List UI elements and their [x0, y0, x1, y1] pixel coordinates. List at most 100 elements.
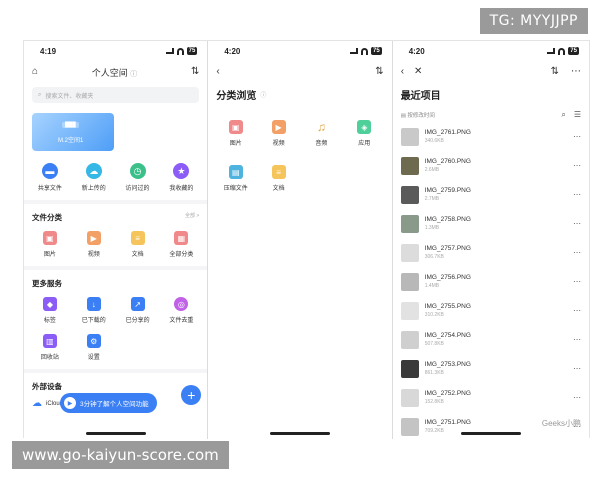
see-all-link[interactable]: 全部 > [185, 212, 199, 223]
search-icon[interactable]: ⌕ [561, 110, 565, 120]
back-icon[interactable]: ‹ [401, 67, 404, 77]
category-images[interactable]: ▣ 图片 [214, 120, 257, 147]
file-thumbnail [400, 156, 419, 175]
storage-card-caption: M.2空间1 [58, 138, 84, 144]
sort-selector[interactable]: ▤ 按修改时间 [401, 111, 435, 119]
sort-icon[interactable]: ⇅ [551, 67, 559, 77]
file-name: IMG_2755.PNG [424, 303, 471, 310]
services-grid: ◆ 标签 ↓ 已下载的 ↗ 已分享的 ◎ 文件去重 ▥ 回收站 ⚙ 设置 [24, 289, 207, 361]
category-all[interactable]: ▦ 全部分类 [160, 231, 204, 258]
quick-new-uploads[interactable]: ☁ 新上传的 [74, 163, 114, 192]
service-shared[interactable]: ↗ 已分享的 [116, 297, 160, 324]
file-name: IMG_2759.PNG [424, 187, 471, 194]
file-more-icon[interactable]: ⋯ [573, 190, 581, 199]
file-row[interactable]: IMG_2754.PNG 507.8KB ⋯ [393, 325, 589, 354]
file-row[interactable]: IMG_2756.PNG 1.4MB ⋯ [393, 267, 589, 296]
file-size: 507.8KB [424, 341, 444, 347]
video-icon: ▶ [271, 120, 286, 134]
more-icon[interactable]: ⋯ [571, 67, 581, 77]
file-more-icon[interactable]: ⋯ [573, 393, 581, 402]
section-file-categories: 文件分类 全部 > [32, 212, 200, 223]
file-more-icon[interactable]: ⋯ [573, 306, 581, 315]
back-icon[interactable]: ‹ [216, 67, 219, 77]
file-more-icon[interactable]: ⋯ [573, 161, 581, 170]
file-row[interactable]: IMG_2759.PNG 2.7MB ⋯ [393, 180, 589, 209]
file-name: IMG_2752.PNG [424, 390, 471, 397]
status-time: 4:20 [408, 46, 425, 56]
search-icon: ⌕ [38, 91, 42, 98]
home-indicator [270, 432, 331, 435]
home-icon[interactable]: ⌂ [32, 67, 38, 77]
quick-shared-files[interactable]: ▬ 共享文件 [30, 163, 70, 192]
sort-icon[interactable]: ⇅ [191, 67, 199, 77]
signal-icon [165, 48, 174, 54]
file-more-icon[interactable]: ⋯ [573, 132, 581, 141]
file-size: 306.7KB [424, 254, 444, 260]
file-more-icon[interactable]: ⋯ [573, 219, 581, 228]
file-name: IMG_2761.PNG [424, 129, 471, 136]
file-name: IMG_2760.PNG [424, 158, 471, 165]
dedupe-icon: ◎ [174, 297, 189, 311]
phone-recent-items: 4:20 75 ‹ ✕ ⇅ ⋯ 最近项目 ▤ 按修改时间 ⌕ ☰ IMG_276… [392, 41, 589, 439]
service-dedupe[interactable]: ◎ 文件去重 [160, 297, 204, 324]
file-row[interactable]: IMG_2755.PNG 310.2KB ⋯ [393, 296, 589, 325]
file-more-icon[interactable]: ⋯ [573, 277, 581, 286]
settings-icon: ⚙ [86, 334, 101, 348]
close-icon[interactable]: ✕ [414, 67, 422, 77]
file-row[interactable]: IMG_2757.PNG 306.7KB ⋯ [393, 238, 589, 267]
watermark-top: TG: MYYJJPP [479, 8, 588, 34]
category-videos[interactable]: ▶ 视频 [72, 231, 116, 258]
nav-bar: ‹ ✕ ⇅ ⋯ [393, 61, 589, 83]
file-row[interactable]: IMG_2761.PNG 340.6KB ⋯ [393, 122, 589, 151]
battery-icon: 75 [371, 47, 382, 55]
file-name: IMG_2758.PNG [424, 216, 471, 223]
file-size: 2.7MB [424, 196, 440, 202]
watermark-bottom: www.go-kaiyun-score.com [12, 441, 229, 469]
nav-bar: ‹ ⇅ [208, 61, 391, 83]
file-size: 340.6KB [424, 138, 444, 144]
download-icon: ↓ [86, 297, 101, 311]
service-settings[interactable]: ⚙ 设置 [72, 334, 116, 361]
storage-card[interactable]: ███ M.2空间1 [32, 113, 114, 151]
service-tags[interactable]: ◆ 标签 [28, 297, 72, 324]
info-icon[interactable]: ⓘ [130, 71, 137, 78]
file-thumbnail [400, 417, 419, 436]
file-row[interactable]: IMG_2760.PNG 2.6MB ⋯ [393, 151, 589, 180]
quick-favorites[interactable]: ★ 我收藏的 [161, 163, 201, 192]
intro-toast[interactable]: ▶ 3分钟了解个人空间功能 [60, 393, 157, 413]
page-title: 分类浏览 ⓘ [216, 90, 267, 102]
category-grid: ▣ 图片 ▶ 视频 ♫ 音频 ◈ 应用 ▤ 压缩文件 ≡ 文档 [208, 102, 391, 192]
category-documents[interactable]: ≡ 文档 [257, 165, 300, 192]
file-row[interactable]: IMG_2753.PNG 861.3KB ⋯ [393, 354, 589, 383]
info-icon[interactable]: ⓘ [260, 90, 266, 99]
file-thumbnail [400, 185, 419, 204]
service-downloaded[interactable]: ↓ 已下载的 [72, 297, 116, 324]
category-images[interactable]: ▣ 图片 [28, 231, 72, 258]
list-view-icon[interactable]: ☰ [574, 110, 581, 120]
category-videos[interactable]: ▶ 视频 [257, 120, 300, 147]
status-bar: 4:20 75 [393, 41, 589, 61]
file-size: 1.4MB [424, 283, 440, 289]
section-more-services: 更多服务 [32, 279, 62, 288]
quick-visited[interactable]: ◷ 访问过的 [118, 163, 158, 192]
service-recycle-bin[interactable]: ▥ 回收站 [28, 334, 72, 361]
file-row[interactable]: IMG_2758.PNG 1.3MB ⋯ [393, 209, 589, 238]
category-documents[interactable]: ≡ 文档 [116, 231, 160, 258]
category-archives[interactable]: ▤ 压缩文件 [214, 165, 257, 192]
file-more-icon[interactable]: ⋯ [573, 335, 581, 344]
phone-personal-space: 4:19 75 ⌂ 个人空间 ⓘ ⇅ ⌕ 搜索文件、收藏夹 ███ M.2空间1… [24, 41, 209, 439]
category-audio[interactable]: ♫ 音频 [300, 120, 343, 147]
file-size: 2.6MB [424, 167, 440, 173]
file-more-icon[interactable]: ⋯ [573, 364, 581, 373]
search-placeholder: 搜索文件、收藏夹 [45, 93, 94, 100]
image-icon: ▣ [228, 120, 243, 134]
sort-icon[interactable]: ⇅ [375, 67, 383, 77]
search-input[interactable]: ⌕ 搜索文件、收藏夹 [32, 87, 200, 103]
category-apps[interactable]: ◈ 应用 [343, 120, 386, 147]
file-row[interactable]: IMG_2752.PNG 152.8KB ⋯ [393, 383, 589, 412]
home-indicator [85, 432, 146, 435]
file-more-icon[interactable]: ⋯ [573, 248, 581, 257]
screenshot-strip: 4:19 75 ⌂ 个人空间 ⓘ ⇅ ⌕ 搜索文件、收藏夹 ███ M.2空间1… [23, 40, 590, 439]
share-icon: ↗ [130, 297, 145, 311]
file-thumbnail [400, 272, 419, 291]
